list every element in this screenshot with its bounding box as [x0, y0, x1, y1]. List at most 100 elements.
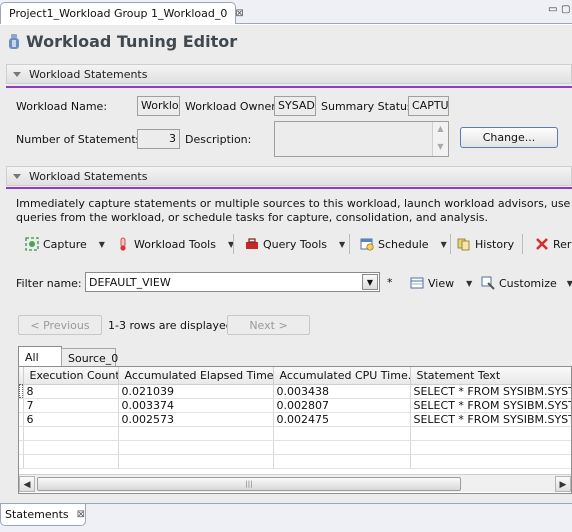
chevron-down-icon[interactable]: ▼: [339, 240, 345, 249]
statements-view-tab[interactable]: Statements ⊠: [0, 504, 86, 526]
description-field[interactable]: ▲ ▼: [274, 121, 449, 157]
section-title: Workload Statements: [29, 67, 148, 81]
summary-status-label: Summary Status:: [321, 100, 417, 113]
table-row-empty: [19, 440, 571, 455]
filter-name-value: DEFAULT_VIEW: [89, 275, 171, 289]
toolbar-separator: [522, 234, 523, 254]
chevron-down-icon[interactable]: ▼: [362, 274, 378, 290]
editor-tab-title: Project1_Workload Group 1_Workload_0: [9, 7, 228, 20]
tab-source-0-label: Source_0: [68, 352, 119, 365]
scroll-right-icon[interactable]: ▶: [555, 475, 571, 492]
scroll-down-icon[interactable]: ▼: [433, 140, 448, 154]
query-tools-label: Query Tools: [263, 237, 328, 251]
close-icon[interactable]: ⊠: [77, 509, 85, 520]
column-header-elapsed-time[interactable]: Accumulated Elapsed Time ...: [118, 367, 274, 385]
toolbar-separator: [349, 234, 350, 254]
view-button[interactable]: View ▼: [410, 273, 472, 293]
chevron-down-icon[interactable]: ▼: [441, 240, 447, 249]
table-row[interactable]: 6 0.002573 0.002475 SELECT * FROM SYSIBM…: [19, 412, 571, 427]
workload-name-field[interactable]: Workload_0: [137, 96, 180, 116]
page-title: Workload Tuning Editor: [26, 32, 238, 51]
chevron-down-icon[interactable]: ▼: [567, 279, 572, 288]
scroll-up-icon[interactable]: ▲: [433, 122, 448, 136]
column-header-execution-count[interactable]: Execution Count: [23, 367, 119, 385]
filter-name-select[interactable]: DEFAULT_VIEW ▼: [85, 272, 380, 292]
schedule-button[interactable]: Schedule ▼: [360, 234, 447, 254]
customize-label: Customize: [499, 276, 557, 290]
tab-all-label: All: [25, 351, 39, 364]
section-title: Workload Statements: [29, 169, 148, 183]
toolbar-separator: [450, 234, 451, 254]
table-row[interactable]: 8 0.021039 0.003438 SELECT * FROM SYSIBM…: [19, 384, 571, 399]
cell-execution-count: 8: [23, 384, 119, 399]
table-row-empty: [19, 454, 571, 469]
cell-elapsed-time: 0.021039: [118, 384, 274, 399]
filter-name-label: Filter name:: [16, 277, 82, 290]
view-label: View: [428, 276, 455, 290]
tab-all[interactable]: All: [18, 346, 62, 368]
scrollbar-thumb[interactable]: |||: [37, 476, 461, 491]
num-statements-label: Number of Statements:: [16, 133, 146, 146]
cell-cpu-time: 0.002475: [273, 412, 411, 427]
column-header-statement-text[interactable]: Statement Text: [410, 367, 571, 385]
table-row-empty: [19, 426, 571, 441]
cell-execution-count: 7: [23, 398, 119, 413]
query-tools-button[interactable]: Query Tools ▼: [245, 234, 345, 254]
previous-button[interactable]: < Previous: [18, 315, 102, 335]
table-horizontal-scrollbar[interactable]: ◀ ||| ▶: [19, 474, 571, 492]
chevron-down-icon[interactable]: ▼: [466, 279, 472, 288]
capture-label: Capture: [43, 237, 87, 251]
intro-line-1: Immediately capture statements or multip…: [16, 197, 572, 210]
maximize-icon[interactable]: ▢: [561, 4, 570, 15]
customize-icon: [481, 276, 495, 290]
capture-button[interactable]: Capture ▼: [25, 234, 105, 254]
cell-execution-count: 6: [23, 412, 119, 427]
column-header-cpu-time[interactable]: Accumulated CPU Time...: [273, 367, 411, 385]
cell-statement-text: SELECT * FROM SYSIBM.SYSTAE: [410, 384, 571, 399]
collapse-icon: [13, 71, 21, 77]
close-icon[interactable]: ⊠: [235, 8, 243, 19]
num-statements-field[interactable]: 3: [137, 129, 180, 149]
cell-statement-text: SELECT * FROM SYSIBM.SYSTAE: [410, 412, 571, 427]
workload-icon: [9, 33, 19, 49]
table-header-row: Execution Count Accumulated Elapsed Time…: [19, 367, 571, 385]
cell-elapsed-time: 0.002573: [118, 412, 274, 427]
change-button[interactable]: Change...: [460, 127, 558, 148]
calendar-clock-icon: [360, 238, 374, 251]
filter-dirty-marker: *: [387, 276, 393, 289]
capture-icon: [25, 237, 39, 251]
section-header-workload-statements-2[interactable]: Workload Statements: [6, 166, 572, 186]
workload-owner-label: Workload Owner:: [185, 100, 280, 113]
history-icon: [457, 238, 470, 251]
summary-status-field[interactable]: CAPTURED: [408, 96, 449, 116]
customize-button[interactable]: Customize ▼: [481, 273, 572, 293]
chevron-down-icon[interactable]: ▼: [99, 240, 105, 249]
tab-source-0[interactable]: Source_0: [61, 348, 119, 368]
intro-line-2: queries from the workload, or schedule t…: [16, 211, 489, 224]
cell-cpu-time: 0.003438: [273, 384, 411, 399]
workload-owner-field[interactable]: SYSADM: [274, 96, 316, 116]
cell-cpu-time: 0.002807: [273, 398, 411, 413]
description-label: Description:: [185, 133, 252, 146]
next-button[interactable]: Next >: [227, 315, 310, 335]
rows-displayed-status: 1-3 rows are displayed.: [108, 319, 237, 332]
history-button[interactable]: History: [457, 234, 514, 254]
editor-tab[interactable]: Project1_Workload Group 1_Workload_0 ⊠: [0, 2, 244, 24]
statements-view-label: Statements: [5, 508, 69, 521]
delete-icon: [536, 238, 548, 250]
section-divider: [6, 86, 572, 88]
cell-statement-text: SELECT * FROM SYSIBM.SYSTAE: [410, 398, 571, 413]
description-scrollbar[interactable]: ▲ ▼: [432, 122, 448, 156]
toolbox-icon: [246, 238, 258, 249]
workload-tools-button[interactable]: Workload Tools ▼: [116, 234, 234, 254]
thermometer-icon: [120, 237, 126, 251]
remove-button[interactable]: Rer: [535, 234, 571, 254]
table-row[interactable]: 7 0.003374 0.002807 SELECT * FROM SYSIBM…: [19, 398, 571, 413]
schedule-label: Schedule: [378, 237, 429, 251]
cell-elapsed-time: 0.003374: [118, 398, 274, 413]
section-divider: [6, 187, 572, 189]
minimize-icon[interactable]: ▭: [548, 4, 557, 15]
section-header-workload-statements[interactable]: Workload Statements: [6, 64, 572, 84]
scroll-left-icon[interactable]: ◀: [19, 475, 35, 492]
remove-label: Rer: [553, 237, 572, 251]
